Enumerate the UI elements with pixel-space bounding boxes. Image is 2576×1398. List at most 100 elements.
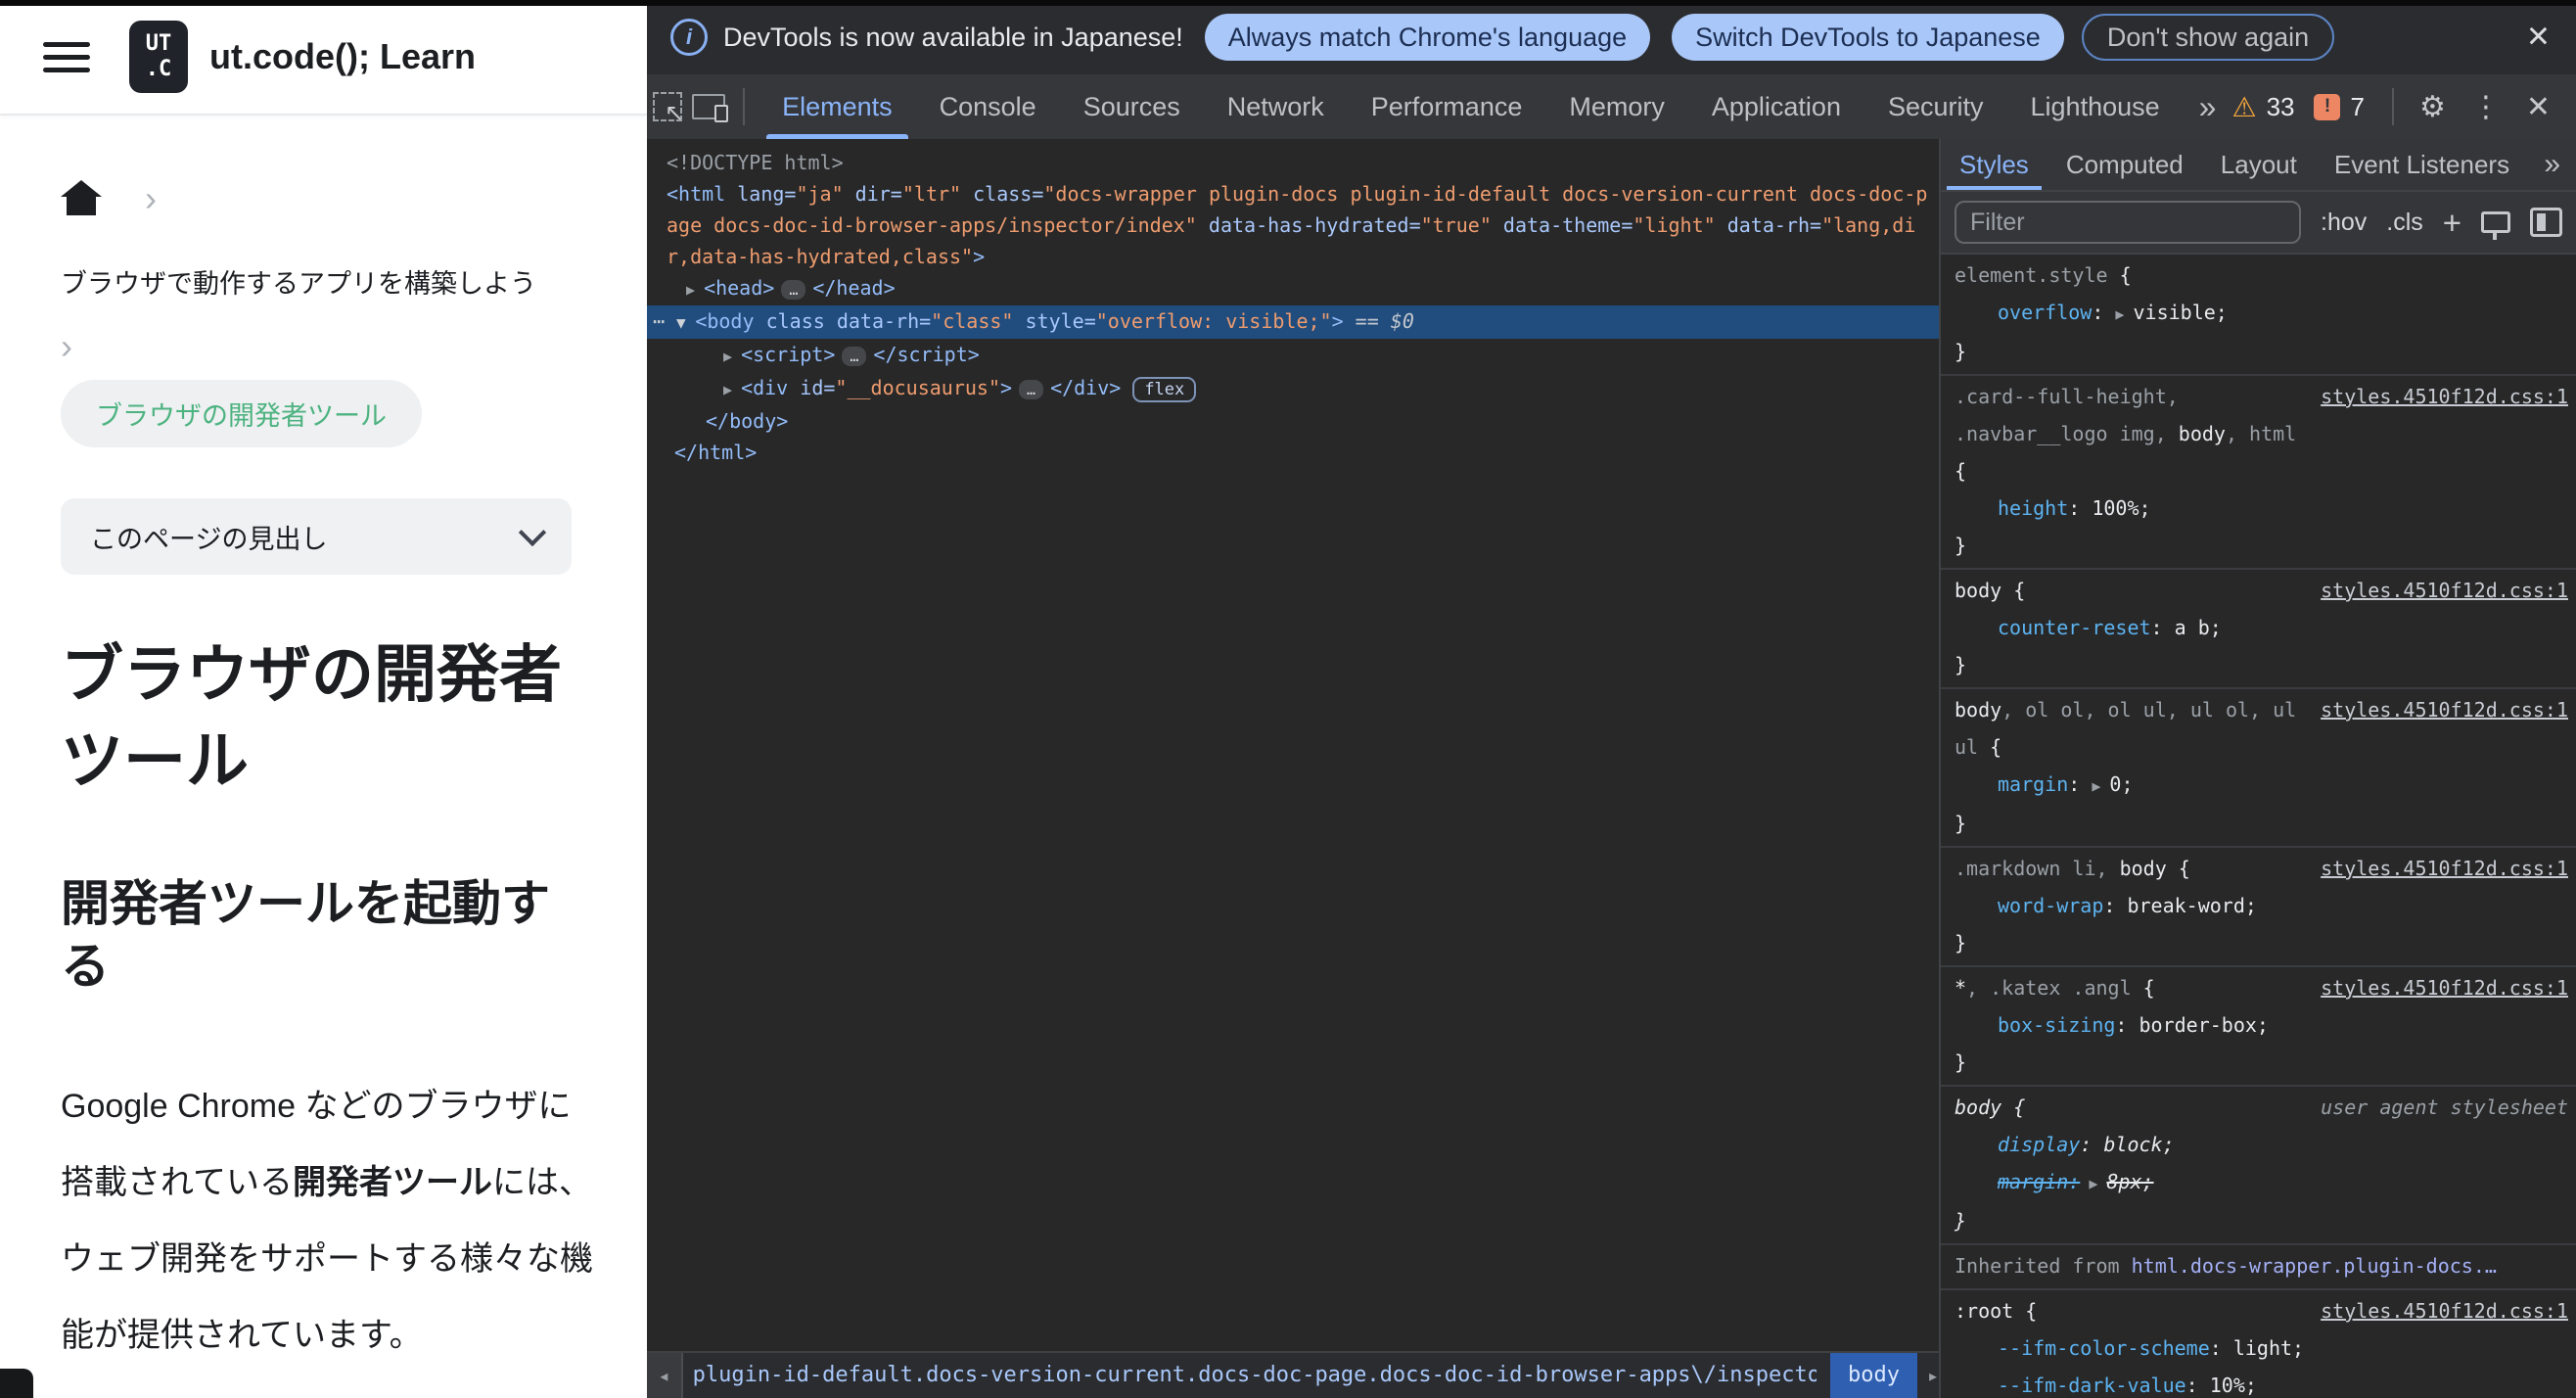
styles-tabs: Styles Computed Layout Event Listeners » — [1941, 139, 2576, 190]
crumb-path[interactable]: plugin-id-default.docs-version-current.d… — [693, 1360, 1817, 1391]
tab-console[interactable]: Console — [916, 74, 1060, 139]
new-style-rule-icon[interactable]: + — [2443, 207, 2461, 239]
issues-icon[interactable]: ! — [2314, 93, 2341, 120]
dom-html-close[interactable]: </html> — [647, 437, 1939, 468]
site-title[interactable]: ut.code(); Learn — [209, 36, 476, 77]
chevron-down-icon — [518, 518, 547, 547]
devtools-infobar: i DevTools is now available in Japanese!… — [647, 0, 2576, 74]
paragraph-bold: 開発者ツール — [292, 1164, 492, 1201]
toolbar-divider — [743, 88, 746, 125]
tab-event-listeners[interactable]: Event Listeners — [2316, 139, 2528, 190]
warning-icon[interactable]: ⚠ — [2231, 91, 2256, 123]
kebab-menu-icon[interactable]: ⋮ — [2463, 90, 2508, 124]
cls-toggle[interactable]: .cls — [2386, 209, 2423, 237]
tab-performance[interactable]: Performance — [1348, 74, 1546, 139]
styles-filter-input[interactable] — [1955, 201, 2301, 244]
rule-body-lists-margin[interactable]: body, ol ol, ol ul, ul ol, ul ul {styles… — [1941, 689, 2576, 848]
stylesheet-link[interactable]: styles.4510f12d.css:1 — [2321, 572, 2568, 609]
toc-label: このページの見出し — [90, 524, 328, 554]
dom-body-selected[interactable]: ⋯ ▼ <body class data-rh="class" style="ov… — [647, 305, 1939, 339]
sidebar-toggle-icon[interactable] — [2529, 208, 2562, 237]
tab-application[interactable]: Application — [1688, 74, 1864, 139]
infobar-message: DevTools is now available in Japanese! — [723, 22, 1183, 52]
stylesheet-link[interactable]: styles.4510f12d.css:1 — [2321, 691, 2568, 766]
dom-html-open[interactable]: <html lang="ja" dir="ltr" class="docs-wr… — [647, 178, 1939, 272]
dom-doctype[interactable]: <!DOCTYPE html> — [647, 147, 1939, 178]
chevron-right-icon: › — [145, 178, 157, 218]
tab-layout[interactable]: Layout — [2202, 139, 2316, 190]
tab-network[interactable]: Network — [1204, 74, 1348, 139]
toolbar-right-cluster: ⚠ 33 ! 7 ⚙ ⋮ ✕ — [2231, 88, 2576, 125]
elements-dom-tree: <!DOCTYPE html> <html lang="ja" dir="ltr… — [647, 139, 1939, 1398]
elements-breadcrumb-bar: ◂ plugin-id-default.docs-version-current… — [647, 1351, 1939, 1398]
rule-card-full-height[interactable]: .card--full-height, .navbar__logo img, b… — [1941, 376, 2576, 570]
tab-computed[interactable]: Computed — [2047, 139, 2202, 190]
dom-body-close[interactable]: </body> — [647, 405, 1939, 437]
logo-line2: .C — [145, 57, 172, 81]
infobar-close-icon[interactable]: ✕ — [2526, 21, 2551, 55]
tab-elements[interactable]: Elements — [759, 74, 916, 139]
tab-memory[interactable]: Memory — [1545, 74, 1688, 139]
devtools-main: <!DOCTYPE html> <html lang="ja" dir="ltr… — [647, 139, 2576, 1398]
home-icon[interactable] — [61, 180, 102, 217]
window-top-edge — [0, 0, 2576, 6]
toolbar-divider — [2391, 88, 2394, 125]
rule-user-agent-body[interactable]: body {user agent stylesheet display: blo… — [1941, 1087, 2576, 1245]
settings-gear-icon[interactable]: ⚙ — [2412, 90, 2454, 124]
more-tabs-icon[interactable]: » — [2184, 89, 2232, 125]
rule-body-counter[interactable]: body {styles.4510f12d.css:1 counter-rese… — [1941, 570, 2576, 689]
dom-div-docusaurus[interactable]: ▶ <div id="__docusaurus">… </div> flex — [647, 372, 1939, 405]
paragraph: Google Chrome などのブラウザに搭載されている開発者ツールには、ウェ… — [61, 1068, 597, 1374]
status-bubble — [0, 1369, 33, 1398]
devtools-panel: i DevTools is now available in Japanese!… — [647, 0, 2576, 1398]
toc-collapsible[interactable]: このページの見出し — [61, 498, 572, 575]
styles-sidebar: Styles Computed Layout Event Listeners »… — [1939, 139, 2576, 1398]
info-icon: i — [670, 19, 708, 56]
inspect-element-button[interactable]: ↖ — [647, 85, 688, 128]
stylesheet-link[interactable]: styles.4510f12d.css:1 — [2321, 1292, 2568, 1329]
inspect-cursor-icon: ↖ — [653, 92, 684, 125]
rendering-brush-icon[interactable] — [2481, 211, 2510, 240]
tab-styles[interactable]: Styles — [1941, 139, 2047, 190]
rule-root-variables[interactable]: :root {styles.4510f12d.css:1 --ifm-color… — [1941, 1290, 2576, 1398]
tab-lighthouse[interactable]: Lighthouse — [2007, 74, 2184, 139]
hamburger-menu-icon[interactable] — [43, 34, 90, 80]
user-agent-label: user agent stylesheet — [2321, 1095, 2568, 1119]
inherited-from-row[interactable]: Inherited from html.docs-wrapper.plugin-… — [1941, 1245, 2576, 1290]
site-page: UT .C ut.code(); Learn › ブラウザで動作するアプリを構築… — [0, 0, 647, 1398]
site-navbar: UT .C ut.code(); Learn — [0, 0, 647, 116]
warning-count[interactable]: 33 — [2267, 92, 2295, 122]
device-toolbar-icon — [692, 94, 729, 122]
rule-universal-box-sizing[interactable]: *, .katex .angl {styles.4510f12d.css:1 b… — [1941, 967, 2576, 1087]
issues-count[interactable]: 7 — [2350, 92, 2364, 122]
doc-content: › ブラウザで動作するアプリを構築しよう › ブラウザの開発者ツール このページ… — [0, 180, 647, 1398]
more-tabs-icon[interactable]: » — [2544, 148, 2576, 181]
stylesheet-link[interactable]: styles.4510f12d.css:1 — [2321, 969, 2568, 1006]
tab-sources[interactable]: Sources — [1060, 74, 1204, 139]
breadcrumb: › — [61, 180, 586, 217]
breadcrumb-lesson[interactable]: ブラウザで動作するアプリを構築しよう — [61, 264, 586, 303]
devtools-close-icon[interactable]: ✕ — [2518, 90, 2558, 124]
dom-head[interactable]: ▶ <head>… </head> — [647, 272, 1939, 305]
dom-script[interactable]: ▶ <script>… </script> — [647, 339, 1939, 372]
switch-japanese-button[interactable]: Switch DevTools to Japanese — [1672, 14, 2064, 61]
tab-security[interactable]: Security — [1864, 74, 2007, 139]
device-toolbar-button[interactable] — [688, 85, 729, 128]
devtools-toolbar: ↖ Elements Console Sources Network Perfo… — [647, 74, 2576, 139]
stylesheet-link[interactable]: styles.4510f12d.css:1 — [2321, 378, 2568, 489]
hov-toggle[interactable]: :hov — [2321, 209, 2367, 237]
dont-show-again-button[interactable]: Don't show again — [2081, 14, 2335, 61]
rule-element-style[interactable]: element.style { overflow: ▶ visible; } — [1941, 255, 2576, 376]
crumb-selected-body[interactable]: body — [1829, 1353, 1917, 1398]
page-title: ブラウザの開発者ツール — [61, 639, 562, 796]
breadcrumb-current[interactable]: ブラウザの開発者ツール — [61, 380, 422, 447]
rule-markdown-li[interactable]: .markdown li, body {styles.4510f12d.css:… — [1941, 848, 2576, 967]
stylesheet-link[interactable]: styles.4510f12d.css:1 — [2321, 850, 2568, 887]
chevron-right-icon: › — [61, 326, 72, 366]
crumb-forward-icon[interactable]: ▸ — [1927, 1360, 1939, 1391]
match-language-button[interactable]: Always match Chrome's language — [1204, 14, 1651, 61]
site-logo[interactable]: UT .C — [129, 21, 188, 93]
logo-line1: UT — [145, 31, 172, 56]
styles-toolbar: :hov .cls + — [1941, 190, 2576, 255]
crumb-back-icon[interactable]: ◂ — [647, 1353, 683, 1398]
